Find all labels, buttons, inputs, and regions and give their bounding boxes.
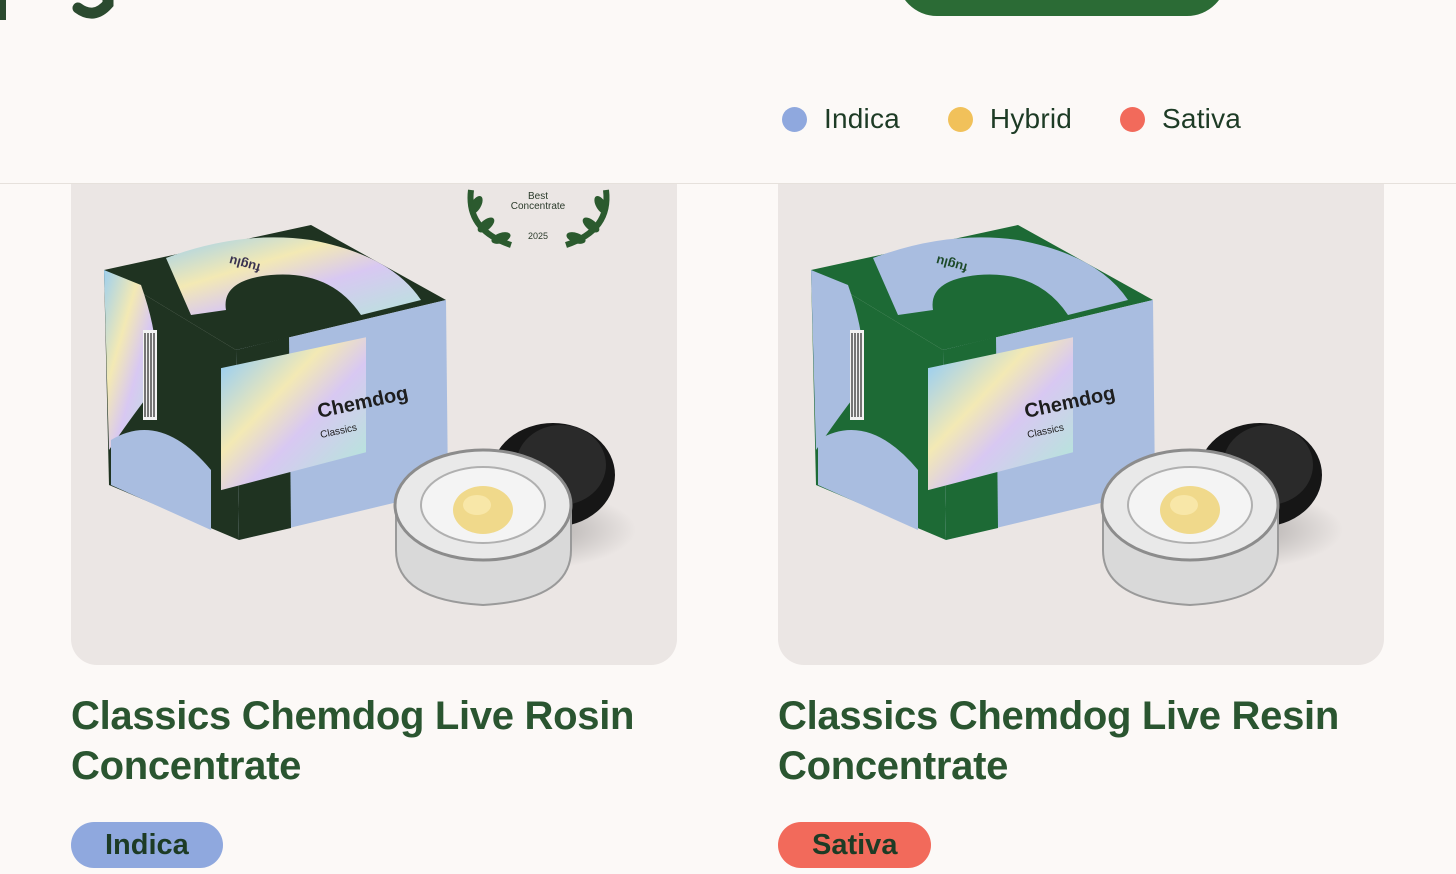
indica-dot-icon bbox=[782, 106, 807, 132]
product-image[interactable]: Chemdog Classics fuglu bbox=[778, 150, 1384, 665]
strain-legend: Indica Hybrid Sativa bbox=[782, 100, 1289, 138]
product-title[interactable]: Classics Chemdog Live Rosin Concentrate bbox=[71, 691, 671, 791]
strain-badge-indica: Indica bbox=[71, 822, 223, 868]
legend-item-hybrid[interactable]: Hybrid bbox=[947, 103, 1073, 135]
brand-logo[interactable] bbox=[0, 0, 124, 20]
award-line2: Concentrate bbox=[511, 201, 566, 212]
award-year: 2025 bbox=[528, 231, 548, 241]
legend-label: Indica bbox=[824, 103, 900, 134]
sativa-dot-icon bbox=[1120, 106, 1146, 132]
legend-item-indica[interactable]: Indica bbox=[782, 103, 900, 135]
strain-badge-sativa: Sativa bbox=[778, 822, 932, 868]
product-card[interactable]: Chemdog Classics fuglu Classics Chemdog bbox=[778, 150, 1384, 868]
product-listing-page: Indica Hybrid Sativa Best Concentrate 20… bbox=[0, 0, 1456, 874]
product-card[interactable]: Best Concentrate 2025 Chemdog Classics f… bbox=[71, 150, 677, 868]
legend-label: Hybrid bbox=[989, 103, 1073, 134]
product-title[interactable]: Classics Chemdog Live Resin Concentrate bbox=[778, 691, 1378, 791]
legend-label: Sativa bbox=[1162, 103, 1242, 134]
product-image[interactable]: Best Concentrate 2025 Chemdog Classics f… bbox=[71, 150, 677, 665]
site-header: Indica Hybrid Sativa bbox=[0, 0, 1456, 184]
header-cta-button[interactable] bbox=[897, 0, 1227, 16]
hybrid-dot-icon bbox=[947, 106, 973, 132]
legend-item-sativa[interactable]: Sativa bbox=[1120, 103, 1241, 135]
